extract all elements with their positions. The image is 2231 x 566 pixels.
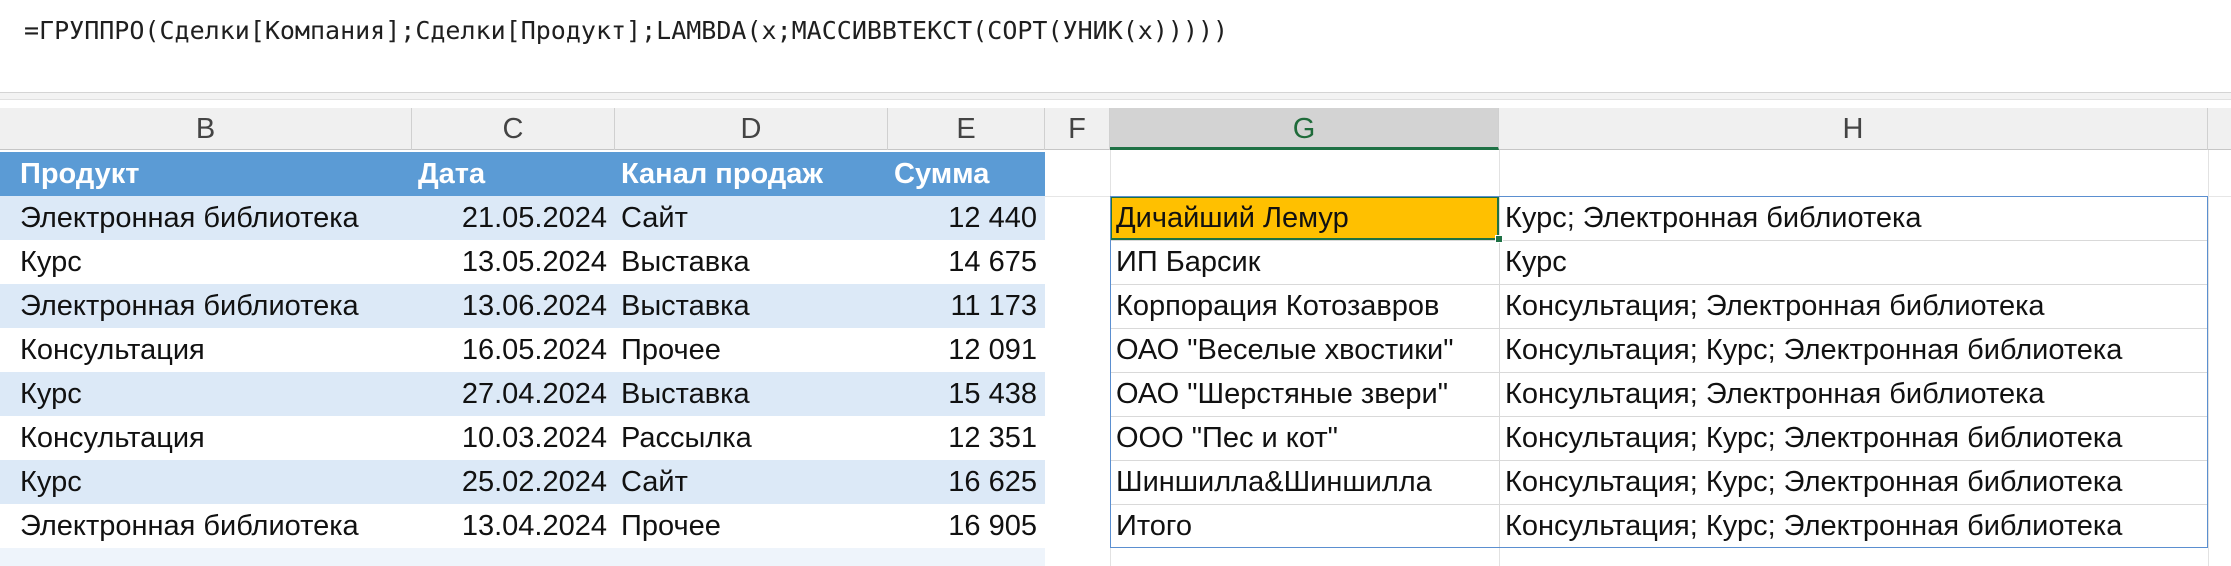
cell-company[interactable]: ОАО "Шерстяные звери"	[1110, 372, 1499, 416]
table-row: Курс 13.05.2024 Выставка 14 675	[0, 240, 1045, 284]
cell-channel[interactable]: Выставка	[615, 284, 888, 328]
cell-channel[interactable]: Выставка	[615, 240, 888, 284]
cell-amount[interactable]: 14 675	[888, 240, 1045, 284]
cell-products-list[interactable]: Консультация; Электронная библиотека	[1499, 284, 2208, 328]
cell-product[interactable]: Электронная библиотека	[14, 284, 412, 328]
result-row: ИП Барсик Курс	[1110, 240, 2208, 284]
table-row: Электронная библиотека 13.04.2024 Прочее 16…	[0, 504, 1045, 548]
cell-date[interactable]: 13.06.2024	[412, 284, 615, 328]
column-header-f[interactable]: F	[1045, 108, 1110, 150]
cell-product[interactable]: Курс	[14, 240, 412, 284]
formula-bar-resize-handle[interactable]	[0, 93, 2231, 100]
cell-company[interactable]: Корпорация Котозавров	[1110, 284, 1499, 328]
result-row: Дичайший Лемур Курс; Электронная библиоте…	[1110, 196, 2208, 240]
cell-channel[interactable]: Прочее	[615, 504, 888, 548]
header-date[interactable]: Дата	[412, 152, 615, 196]
table-row: Консультация 16.05.2024 Прочее 12 091	[0, 328, 1045, 372]
cell-products-list[interactable]: Консультация; Курс; Электронная библиоте…	[1499, 460, 2208, 504]
cell-company[interactable]: ИП Барсик	[1110, 240, 1499, 284]
cell-amount[interactable]: 12 440	[888, 196, 1045, 240]
table-row: Электронная библиотека 13.06.2024 Выставка…	[0, 284, 1045, 328]
result-row: Шиншилла&Шиншилла Консультация; Курс; Эле…	[1110, 460, 2208, 504]
result-row: ООО "Пес и кот" Консультация; Курс; Элект…	[1110, 416, 2208, 460]
cell-channel[interactable]: Прочее	[615, 328, 888, 372]
cell-products-list[interactable]: Курс; Электронная библиотека	[1499, 196, 2208, 240]
cell-products-list[interactable]: Курс	[1499, 240, 2208, 284]
table-row: Курс 25.02.2024 Сайт 16 625	[0, 460, 1045, 504]
header-product[interactable]: Продукт	[14, 152, 412, 196]
cell-product[interactable]: Курс	[14, 460, 412, 504]
cell-amount[interactable]: 16 905	[888, 504, 1045, 548]
column-header-d[interactable]: D	[615, 108, 888, 150]
result-row: Итого Консультация; Курс; Электронная биб…	[1110, 504, 2208, 548]
fill-handle[interactable]	[1495, 235, 1503, 243]
cell-date[interactable]: 13.05.2024	[412, 240, 615, 284]
cell-date[interactable]: 25.02.2024	[412, 460, 615, 504]
cell-channel[interactable]: Сайт	[615, 196, 888, 240]
cell-products-list[interactable]: Консультация; Электронная библиотека	[1499, 372, 2208, 416]
result-row: ОАО "Шерстяные звери" Консультация; Элект…	[1110, 372, 2208, 416]
result-row: ОАО "Веселые хвостики" Консультация; Курс…	[1110, 328, 2208, 372]
cell-date[interactable]: 16.05.2024	[412, 328, 615, 372]
table-header-row: Продукт Дата Канал продаж Сумма	[0, 152, 1045, 196]
active-cell-company[interactable]: Дичайший Лемур	[1110, 196, 1499, 240]
cell-date[interactable]: 27.04.2024	[412, 372, 615, 416]
cell-amount[interactable]: 12 091	[888, 328, 1045, 372]
cell-date[interactable]: 13.04.2024	[412, 504, 615, 548]
column-header-g[interactable]: G	[1110, 108, 1499, 150]
column-header-row: B C D E F G H	[0, 108, 2231, 150]
column-header-e[interactable]: E	[888, 108, 1045, 150]
table-row: Курс 27.04.2024 Выставка 15 438	[0, 372, 1045, 416]
cell-company[interactable]: ООО "Пес и кот"	[1110, 416, 1499, 460]
cell-channel[interactable]: Сайт	[615, 460, 888, 504]
cell-product[interactable]: Электронная библиотека	[14, 504, 412, 548]
cell-products-list[interactable]: Консультация; Курс; Электронная библиоте…	[1499, 328, 2208, 372]
cell-date[interactable]: 10.03.2024	[412, 416, 615, 460]
column-header-c[interactable]: C	[412, 108, 615, 150]
cell-product[interactable]: Курс	[14, 372, 412, 416]
formula-text[interactable]: =ГРУППРО(Сделки[Компания];Сделки[Продукт…	[24, 16, 1228, 45]
cell-amount[interactable]: 12 351	[888, 416, 1045, 460]
cell-product[interactable]: Консультация	[14, 416, 412, 460]
header-channel[interactable]: Канал продаж	[615, 152, 888, 196]
table-row: Электронная библиотека 21.05.2024 Сайт 12 4…	[0, 196, 1045, 240]
cell-products-list[interactable]: Консультация; Курс; Электронная библиоте…	[1499, 416, 2208, 460]
cell-channel[interactable]: Выставка	[615, 372, 888, 416]
partial-next-row	[0, 548, 1045, 566]
cell-amount[interactable]: 11 173	[888, 284, 1045, 328]
cell-company[interactable]: Шиншилла&Шиншилла	[1110, 460, 1499, 504]
cell-products-list[interactable]: Консультация; Курс; Электронная библиоте…	[1499, 504, 2208, 548]
cell-product[interactable]: Консультация	[14, 328, 412, 372]
cell-product[interactable]: Электронная библиотека	[14, 196, 412, 240]
cell-company[interactable]: ОАО "Веселые хвостики"	[1110, 328, 1499, 372]
column-header-b[interactable]: B	[0, 108, 412, 150]
cell-date[interactable]: 21.05.2024	[412, 196, 615, 240]
column-header-h[interactable]: H	[1499, 108, 2208, 150]
result-row: Корпорация Котозавров Консультация; Элект…	[1110, 284, 2208, 328]
table-row: Консультация 10.03.2024 Рассылка 12 351	[0, 416, 1045, 460]
formula-bar[interactable]: =ГРУППРО(Сделки[Компания];Сделки[Продукт…	[0, 0, 2231, 93]
header-amount[interactable]: Сумма	[888, 152, 1045, 196]
cell-amount[interactable]: 15 438	[888, 372, 1045, 416]
worksheet-grid[interactable]: Продукт Дата Канал продаж Сумма Электрон…	[0, 150, 2231, 566]
cell-company[interactable]: Итого	[1110, 504, 1499, 548]
cell-channel[interactable]: Рассылка	[615, 416, 888, 460]
cell-amount[interactable]: 16 625	[888, 460, 1045, 504]
